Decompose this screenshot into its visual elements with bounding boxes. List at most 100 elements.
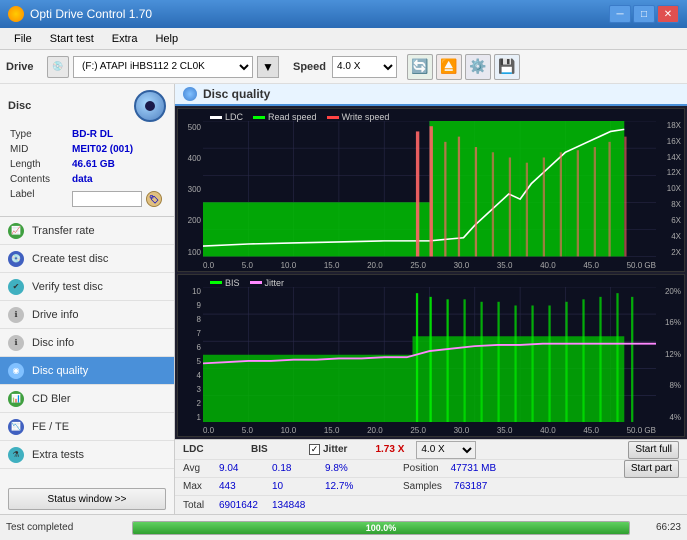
drive-info-icon: ℹ	[8, 307, 24, 323]
disc-eject-icon[interactable]: ⏏️	[436, 54, 462, 80]
speed-header-select[interactable]: 4.0 X	[416, 441, 476, 459]
stats-panel: LDC BIS ✓ Jitter 1.73 X 4.0 X Start full…	[175, 439, 687, 514]
menu-extra[interactable]: Extra	[104, 31, 146, 47]
disc-visual-icon	[134, 90, 166, 122]
disc-info-panel: Disc Type BD-R DL MID MEIT02 (001) Lengt…	[0, 84, 174, 217]
contents-label: Contents	[10, 173, 70, 186]
cd-bler-icon: 📊	[8, 391, 24, 407]
max-label: Max	[183, 481, 211, 492]
position-label: Position	[403, 463, 439, 474]
chart1-y-4x: 4X	[656, 232, 684, 241]
speed-select[interactable]: 4.0 X	[332, 56, 397, 78]
maximize-button[interactable]: □	[633, 5, 655, 23]
disc-label-icon: 🏷	[146, 191, 162, 207]
save-icon[interactable]: 💾	[494, 54, 520, 80]
chart1-y-left-200: 200	[178, 216, 203, 225]
chart2-svg	[203, 287, 656, 423]
chart2-y-2: 2	[178, 399, 203, 408]
drive-select[interactable]: (F:) ATAPI iHBS112 2 CL0K	[73, 56, 253, 78]
jitter-max-value: 12.7%	[325, 481, 375, 492]
disc-quality-header: Disc quality	[175, 84, 687, 106]
chart1-y-left-100: 100	[178, 248, 203, 257]
samples-value: 763187	[454, 481, 487, 492]
chart2-y-12pct: 12%	[656, 350, 684, 359]
chart1-y-left-500: 500	[178, 123, 203, 132]
close-button[interactable]: ✕	[657, 5, 679, 23]
app-icon	[8, 6, 24, 22]
chart2-y-8: 8	[178, 315, 203, 324]
drive-bar: Drive 💿 (F:) ATAPI iHBS112 2 CL0K ▼ Spee…	[0, 50, 687, 84]
jitter-avg-value: 9.8%	[325, 463, 375, 474]
jitter-col-header: Jitter	[323, 444, 347, 455]
contents-value: data	[72, 173, 164, 186]
disc-info-icon: ℹ	[8, 335, 24, 351]
nav-cd-bler[interactable]: 📊 CD Bler	[0, 385, 174, 413]
chart2-y-20pct: 20%	[656, 287, 684, 296]
disc-table: Type BD-R DL MID MEIT02 (001) Length 46.…	[8, 126, 166, 210]
chart2-y-10: 10	[178, 287, 203, 296]
verify-test-disc-icon: ✔	[8, 279, 24, 295]
main-area: Disc Type BD-R DL MID MEIT02 (001) Lengt…	[0, 84, 687, 514]
jitter-checkbox[interactable]: ✓	[309, 444, 320, 455]
length-value: 46.61 GB	[72, 158, 164, 171]
chart1-y-10x: 10X	[656, 184, 684, 193]
chart1-y-left-300: 300	[178, 185, 203, 194]
samples-label: Samples	[403, 481, 442, 492]
chart2-y-4: 4	[178, 371, 203, 380]
chart1-x-labels: 0.0 5.0 10.0 15.0 20.0 25.0 30.0 35.0 40…	[203, 261, 656, 270]
nav-transfer-rate[interactable]: 📈 Transfer rate	[0, 217, 174, 245]
status-window-button[interactable]: Status window >>	[8, 488, 166, 510]
type-value: BD-R DL	[72, 128, 164, 141]
chart2-y-3: 3	[178, 385, 203, 394]
progress-text: 100.0%	[366, 523, 397, 533]
refresh-icon[interactable]: 🔄	[407, 54, 433, 80]
status-time: 66:23	[636, 522, 681, 533]
chart1-y-18x: 18X	[656, 121, 684, 130]
legend-read-speed: Read speed	[268, 112, 317, 122]
ldc-avg-value: 9.04	[219, 463, 264, 474]
chart2-y-16pct: 16%	[656, 318, 684, 327]
settings-icon[interactable]: ⚙️	[465, 54, 491, 80]
start-full-button[interactable]: Start full	[628, 441, 679, 459]
status-bar: Test completed 100.0% 66:23	[0, 514, 687, 540]
legend-write-speed: Write speed	[342, 112, 390, 122]
progress-bar: 100.0%	[133, 522, 629, 534]
length-label: Length	[10, 158, 70, 171]
create-test-disc-icon: 💿	[8, 251, 24, 267]
chart2-y-5: 5	[178, 357, 203, 366]
menu-help[interactable]: Help	[147, 31, 186, 47]
fe-te-icon: 📉	[8, 419, 24, 435]
disc-section-title: Disc	[8, 100, 31, 112]
chart1-y-6x: 6X	[656, 216, 684, 225]
nav-disc-quality[interactable]: ◉ Disc quality	[0, 357, 174, 385]
ldc-chart: LDC Read speed Write speed 500 400 30	[177, 108, 685, 272]
nav-extra-tests[interactable]: ⚗ Extra tests	[0, 441, 174, 469]
bis-jitter-chart: BIS Jitter 10 9 8 7 6 5 4 3	[177, 274, 685, 438]
avg-label: Avg	[183, 463, 211, 474]
chart2-y-8pct: 8%	[656, 381, 684, 390]
title-bar: Opti Drive Control 1.70 ─ □ ✕	[0, 0, 687, 28]
menu-start-test[interactable]: Start test	[42, 31, 102, 47]
nav-create-test-disc[interactable]: 💿 Create test disc	[0, 245, 174, 273]
ldc-total-value: 6901642	[219, 500, 264, 511]
minimize-button[interactable]: ─	[609, 5, 631, 23]
drive-refresh-button[interactable]: ▼	[257, 56, 279, 78]
nav-fe-te[interactable]: 📉 FE / TE	[0, 413, 174, 441]
bis-total-value: 134848	[272, 500, 317, 511]
nav-disc-info[interactable]: ℹ Disc info	[0, 329, 174, 357]
mid-label: MID	[10, 143, 70, 156]
drive-icon: 💿	[47, 56, 69, 78]
menu-bar: File Start test Extra Help	[0, 28, 687, 50]
chart1-svg	[203, 121, 656, 257]
chart2-y-7: 7	[178, 329, 203, 338]
menu-file[interactable]: File	[6, 31, 40, 47]
disc-label-input[interactable]	[72, 191, 142, 207]
chart1-y-8x: 8X	[656, 200, 684, 209]
nav-verify-test-disc[interactable]: ✔ Verify test disc	[0, 273, 174, 301]
start-part-button[interactable]: Start part	[624, 460, 679, 478]
drive-label: Drive	[6, 61, 41, 73]
position-value: 47731 MB	[451, 463, 497, 474]
nav-drive-info[interactable]: ℹ Drive info	[0, 301, 174, 329]
chart2-y-1: 1	[178, 413, 203, 422]
chart2-y-6: 6	[178, 343, 203, 352]
